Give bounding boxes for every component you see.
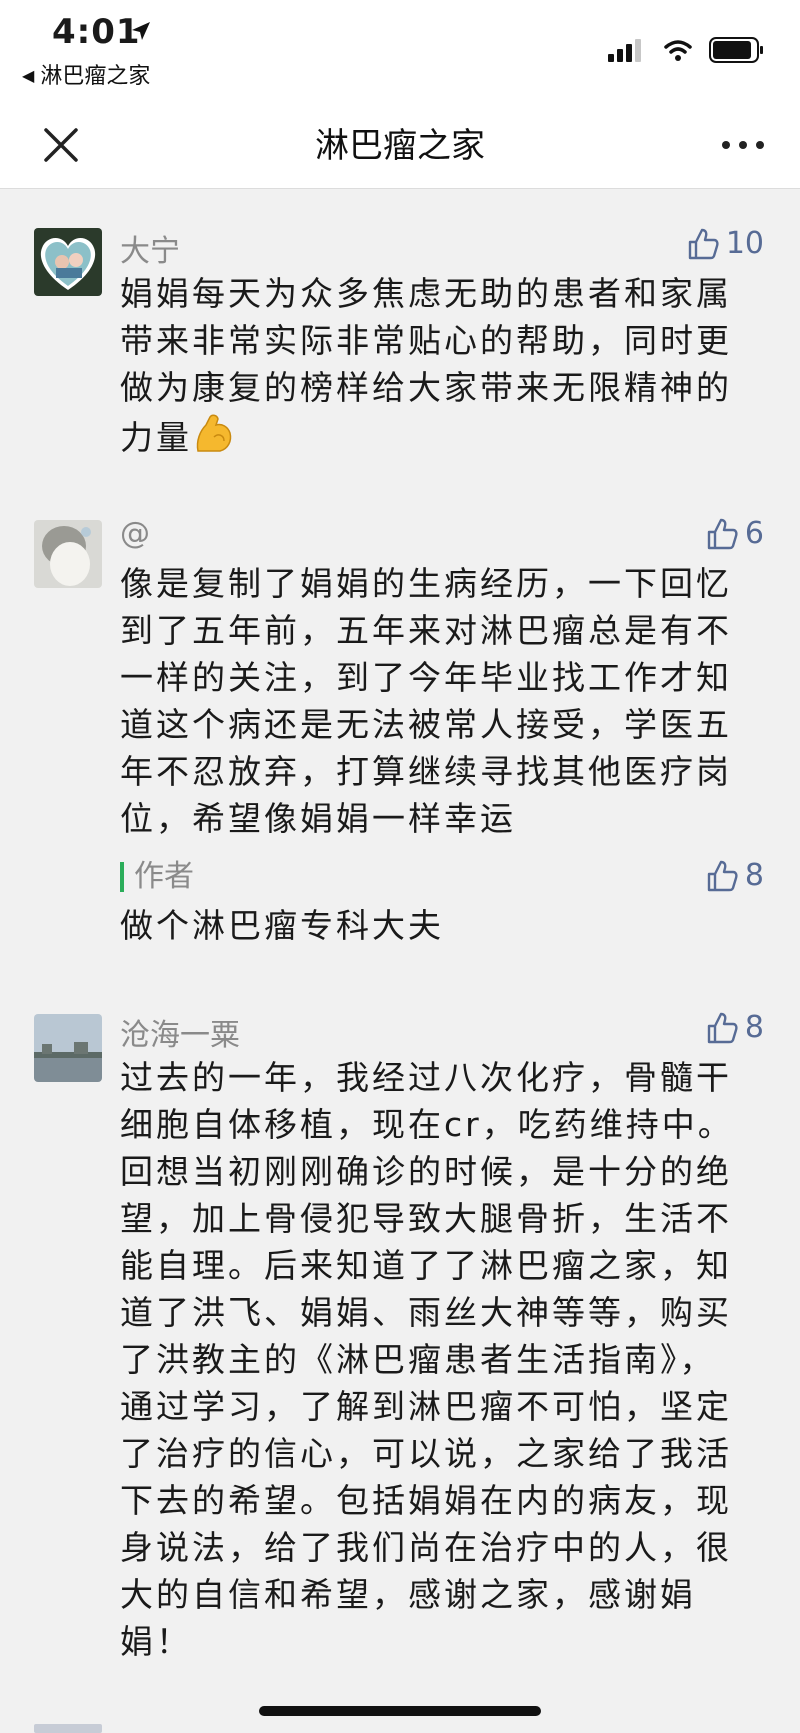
location-arrow-icon (132, 22, 150, 40)
comment-text: 过去的一年，我经过八次化疗，骨髓干细胞自体移植，现在cr，吃药维持中。回想当初刚… (120, 1058, 734, 1661)
like-count: 8 (744, 1010, 764, 1045)
more-dots-icon[interactable] (718, 130, 768, 160)
like-count: 8 (744, 858, 764, 893)
back-app-label: 淋巴瘤之家 (40, 64, 151, 89)
thumbs-up-icon (688, 228, 719, 259)
author-reply-label: 作者 (120, 862, 194, 892)
cellular-signal-icon (608, 39, 641, 62)
wifi-icon (664, 40, 692, 61)
thumbs-up-icon (707, 860, 738, 891)
comment-text: 像是复制了娟娟的生病经历，一下回忆到了五年前，五年来对淋巴瘤总是有不一样的关注，… (120, 564, 732, 838)
next-comment-avatar-partial (34, 1724, 102, 1733)
home-indicator[interactable] (259, 1706, 541, 1716)
avatar[interactable] (34, 228, 102, 296)
avatar[interactable] (34, 1014, 102, 1082)
comment-author[interactable]: 大宁 (120, 226, 180, 270)
page-title: 淋巴瘤之家 (315, 126, 485, 166)
status-time: 4:01 (52, 12, 141, 52)
comment-author[interactable]: 沧海一粟 (120, 1010, 240, 1054)
status-bar: 4:01 ◀ 淋巴瘤之家 (0, 0, 800, 100)
like-button[interactable]: 8 (705, 1010, 764, 1045)
like-button[interactable]: 6 (705, 516, 764, 551)
avatar[interactable] (34, 520, 102, 588)
like-button[interactable]: 10 (686, 226, 764, 261)
flexed-biceps-icon (196, 414, 232, 452)
system-status-icons (608, 37, 763, 63)
nav-bar: 淋巴瘤之家 (0, 100, 800, 189)
back-triangle-icon: ◀ (22, 66, 35, 85)
thumbs-up-icon (707, 1012, 738, 1043)
comment-author[interactable]: @ (120, 516, 150, 551)
author-reply-text: 做个淋巴瘤专科大夫 (120, 906, 444, 945)
thumbs-up-icon (707, 518, 738, 549)
comment-text: 娟娟每天为众多焦虑无助的患者和家属带来非常实际非常贴心的帮助，同时更做为康复的榜… (120, 274, 732, 457)
like-count: 10 (725, 226, 764, 261)
battery-icon (709, 37, 763, 63)
reply-like-button[interactable]: 8 (705, 858, 764, 893)
like-count: 6 (744, 516, 764, 551)
back-to-app-link[interactable]: ◀ 淋巴瘤之家 (22, 58, 150, 90)
